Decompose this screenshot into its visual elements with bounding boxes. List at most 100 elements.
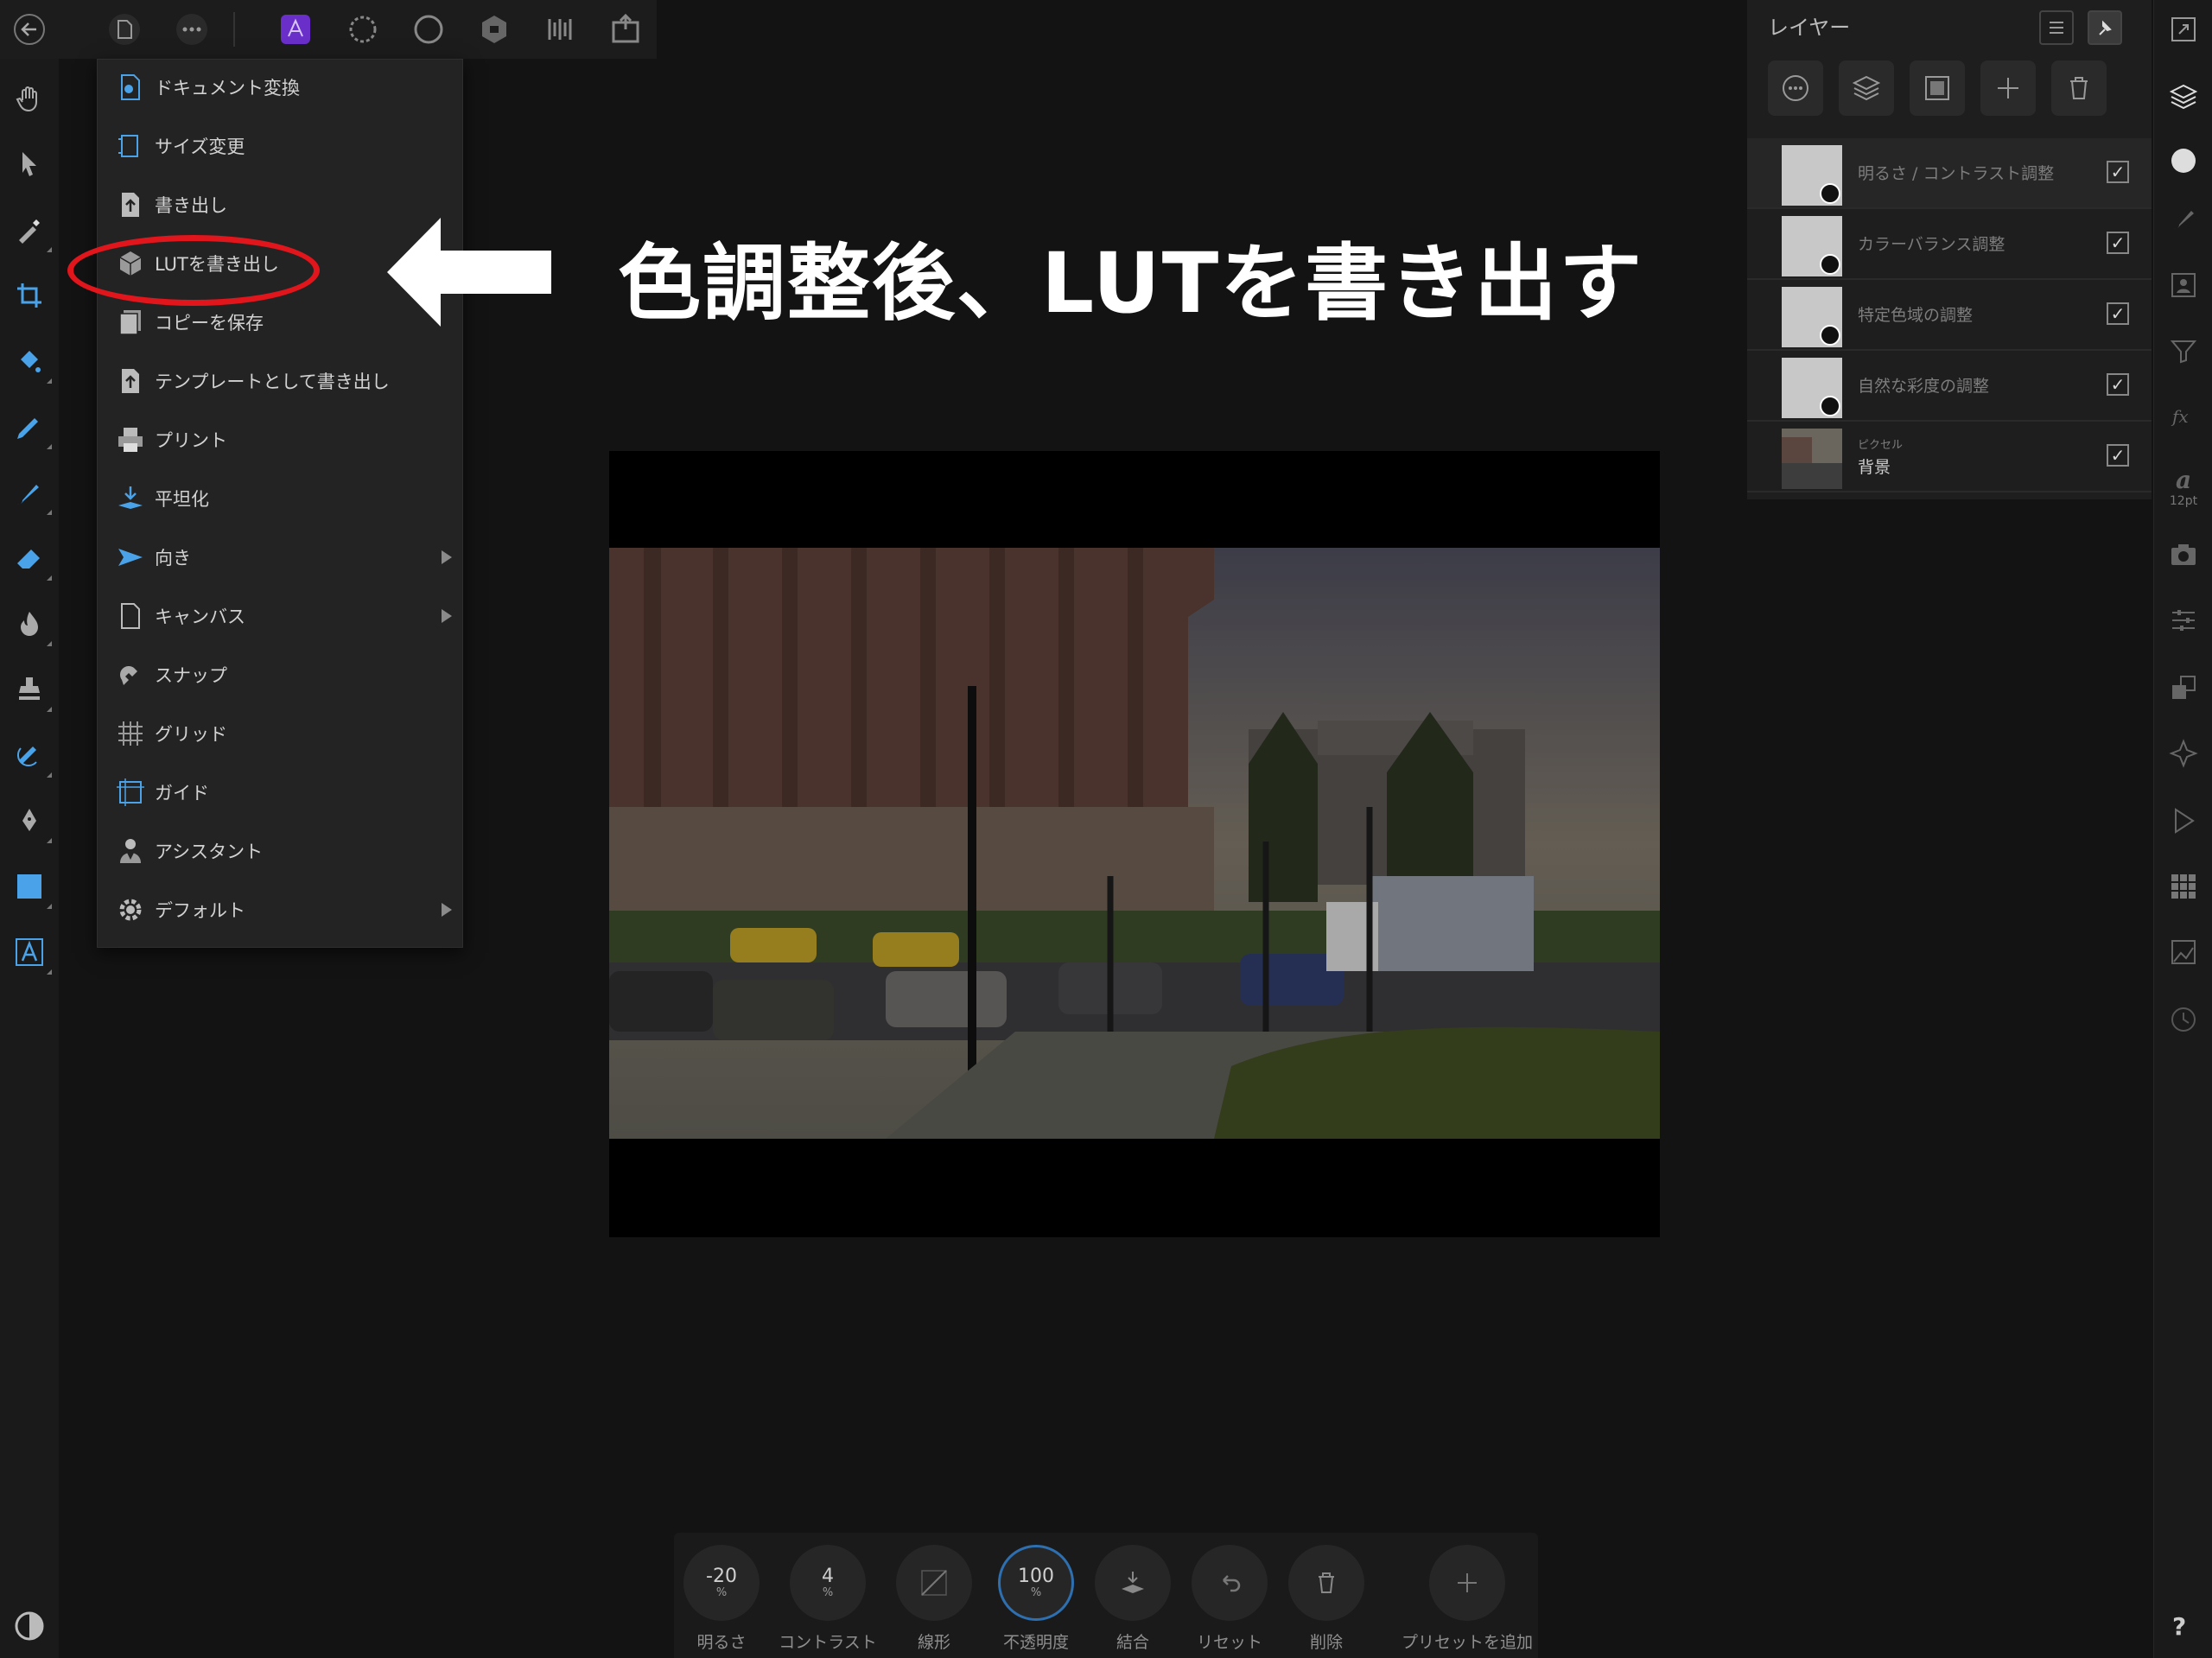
menu-item-flatten[interactable]: 平坦化 <box>98 473 462 524</box>
delete-button[interactable]: 削除 <box>1287 1545 1365 1653</box>
plus-icon[interactable] <box>1429 1545 1505 1621</box>
layer-row[interactable]: カラーバランス調整 ✓ <box>1747 209 2152 280</box>
swatches-studio-icon[interactable] <box>2166 869 2201 904</box>
layer-name: 背景 <box>1858 458 1891 477</box>
camera-studio-icon[interactable] <box>2166 537 2201 572</box>
share-icon[interactable] <box>605 9 646 50</box>
filters-studio-icon[interactable] <box>2166 334 2201 368</box>
histogram-studio-icon[interactable] <box>2166 935 2201 969</box>
visibility-checkbox[interactable]: ✓ <box>2107 232 2129 254</box>
liquify-persona-icon[interactable] <box>342 9 384 50</box>
flood-fill-icon[interactable] <box>10 342 52 384</box>
paint-brush-icon[interactable] <box>10 473 52 515</box>
linear-button[interactable]: 線形 <box>895 1545 973 1653</box>
visibility-checkbox[interactable]: ✓ <box>2107 161 2129 183</box>
visibility-checkbox[interactable]: ✓ <box>2107 444 2129 467</box>
healing-brush-icon[interactable] <box>10 736 52 778</box>
menu-item-convert-document[interactable]: ドキュメント変換 <box>98 61 462 113</box>
panel-menu-icon[interactable] <box>2039 10 2074 45</box>
layer-row[interactable]: 自然な彩度の調整 ✓ <box>1747 351 2152 422</box>
contrast-dial[interactable]: 4% コントラスト <box>779 1545 877 1653</box>
brightness-dial[interactable]: -20% 明るさ <box>683 1545 760 1653</box>
fx-studio-icon[interactable]: fx <box>2166 399 2201 434</box>
layer-name: 特定色域の調整 <box>1858 306 1974 325</box>
add-preset-button[interactable]: プリセットを追加 <box>1402 1545 1533 1653</box>
menu-item-guides[interactable]: ガイド <box>98 766 462 818</box>
help-button[interactable]: ? <box>2172 1612 2186 1641</box>
menu-item-assistant[interactable]: アシスタント <box>98 825 462 877</box>
visibility-checkbox[interactable]: ✓ <box>2107 373 2129 396</box>
navigator-studio-icon[interactable] <box>2166 736 2201 771</box>
layers-panel: レイヤー 明るさ / コントラスト調整 ✓ カラーバランス調整 ✓ 特定色域の調… <box>1747 0 2152 499</box>
export-persona-icon[interactable] <box>539 9 581 50</box>
convert-document-icon <box>121 74 140 100</box>
dodge-burn-icon[interactable] <box>10 605 52 646</box>
menu-item-resize[interactable]: サイズ変更 <box>98 120 462 172</box>
menu-item-orientation[interactable]: 向き <box>98 531 462 583</box>
hand-tool-icon[interactable] <box>10 79 48 118</box>
move-tool-icon[interactable] <box>10 145 48 183</box>
pin-icon[interactable] <box>2088 10 2122 45</box>
button-label: 線形 <box>917 1633 950 1652</box>
menu-item-snap[interactable]: スナップ <box>98 649 462 701</box>
adjustment-badge-icon <box>1820 396 1840 416</box>
delete-layer-icon[interactable] <box>2051 60 2107 116</box>
selection-brush-icon[interactable] <box>10 408 52 449</box>
merge-icon[interactable] <box>1095 1545 1171 1621</box>
menu-item-export-template[interactable]: テンプレートとして書き出し <box>98 355 462 407</box>
svg-text:a: a <box>2176 466 2191 494</box>
brushes-studio-icon[interactable] <box>2166 200 2201 235</box>
flatten-icon <box>118 486 143 509</box>
layer-thumbnail <box>1782 429 1842 489</box>
dial[interactable]: 4% <box>790 1545 866 1621</box>
transform-studio-icon[interactable] <box>2166 670 2201 705</box>
clone-stamp-icon[interactable] <box>10 670 52 712</box>
mask-layer-icon[interactable] <box>1910 60 1965 116</box>
crop-tool-icon[interactable] <box>10 276 48 314</box>
back-arrow-icon[interactable] <box>9 9 50 50</box>
layer-stack-icon[interactable] <box>1839 60 1894 116</box>
more-icon[interactable] <box>171 9 213 50</box>
linear-curve-icon[interactable] <box>896 1545 972 1621</box>
layers-studio-icon[interactable] <box>2166 79 2201 114</box>
layer-thumbnail <box>1782 216 1842 276</box>
menu-item-canvas[interactable]: キャンバス <box>98 590 462 642</box>
document-icon[interactable] <box>104 9 145 50</box>
eraser-icon[interactable] <box>10 539 52 581</box>
text-style-studio-icon[interactable]: a <box>2166 463 2201 498</box>
reset-icon[interactable] <box>1192 1545 1268 1621</box>
layer-row[interactable]: ピクセル 背景 ✓ <box>1747 422 2152 492</box>
menu-item-print[interactable]: プリント <box>98 414 462 466</box>
tone-mapping-persona-icon[interactable] <box>474 9 515 50</box>
blend-options-icon[interactable] <box>1768 60 1823 116</box>
visibility-checkbox[interactable]: ✓ <box>2107 302 2129 325</box>
pen-tool-icon[interactable] <box>10 802 52 843</box>
submenu-arrow-icon <box>442 903 452 917</box>
color-picker-icon[interactable] <box>10 211 52 252</box>
menu-item-defaults[interactable]: デフォルト <box>98 884 462 936</box>
sliders-studio-icon[interactable] <box>2166 603 2201 638</box>
contrast-mode-icon[interactable] <box>14 1610 45 1642</box>
dial[interactable]: 100% <box>998 1545 1074 1621</box>
menu-item-grid[interactable]: グリッド <box>98 708 462 759</box>
history-studio-icon[interactable] <box>2166 1002 2201 1037</box>
reset-button[interactable]: リセット <box>1191 1545 1268 1653</box>
color-studio-icon[interactable] <box>2166 143 2201 178</box>
merge-button[interactable]: 結合 <box>1094 1545 1172 1653</box>
develop-persona-icon[interactable] <box>408 9 449 50</box>
opacity-dial[interactable]: 100% 不透明度 <box>997 1545 1075 1653</box>
text-tool-icon[interactable] <box>10 933 52 975</box>
dial-value: 4 <box>822 1566 834 1587</box>
add-layer-icon[interactable] <box>1980 60 2036 116</box>
rectangle-tool-icon[interactable] <box>10 867 52 909</box>
dial[interactable]: -20% <box>683 1545 760 1621</box>
export-template-icon <box>122 369 139 393</box>
play-macro-icon[interactable] <box>2166 804 2201 838</box>
photo-persona-icon[interactable] <box>275 9 316 50</box>
resize-icon <box>118 135 138 157</box>
fullscreen-icon[interactable] <box>2166 12 2201 47</box>
layer-row[interactable]: 明るさ / コントラスト調整 ✓ <box>1747 138 2152 209</box>
adjustments-studio-icon[interactable] <box>2166 268 2201 302</box>
layer-row[interactable]: 特定色域の調整 ✓ <box>1747 280 2152 351</box>
trash-icon[interactable] <box>1288 1545 1364 1621</box>
